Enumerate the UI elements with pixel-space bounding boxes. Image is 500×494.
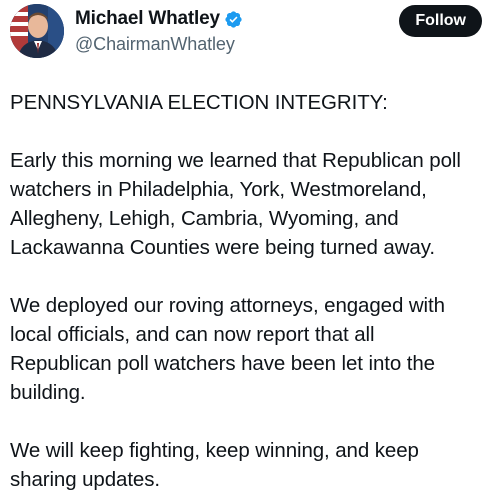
author-avatar[interactable] [10, 4, 64, 58]
follow-button[interactable]: Follow [399, 5, 482, 37]
post-paragraph: PENNSYLVANIA ELECTION INTEGRITY: [10, 91, 388, 114]
post-paragraph: Early this morning we learned that Repub… [10, 149, 461, 259]
author-display-name[interactable]: Michael Whatley [75, 8, 220, 30]
display-name-row: Michael Whatley [75, 6, 243, 32]
author-handle[interactable]: @ChairmanWhatley [75, 34, 243, 55]
post-paragraph: We deployed our roving attorneys, engage… [10, 294, 445, 404]
post-card: Michael Whatley @ChairmanWhatley Follow … [0, 0, 500, 492]
post-header: Michael Whatley @ChairmanWhatley Follow [10, 4, 490, 60]
avatar-image [10, 4, 64, 58]
author-names: Michael Whatley @ChairmanWhatley [75, 6, 243, 55]
post-paragraph: We will keep fighting, keep winning, and… [10, 439, 419, 491]
verified-badge-icon [224, 10, 243, 29]
post-text: PENNSYLVANIA ELECTION INTEGRITY: Early t… [10, 88, 490, 494]
